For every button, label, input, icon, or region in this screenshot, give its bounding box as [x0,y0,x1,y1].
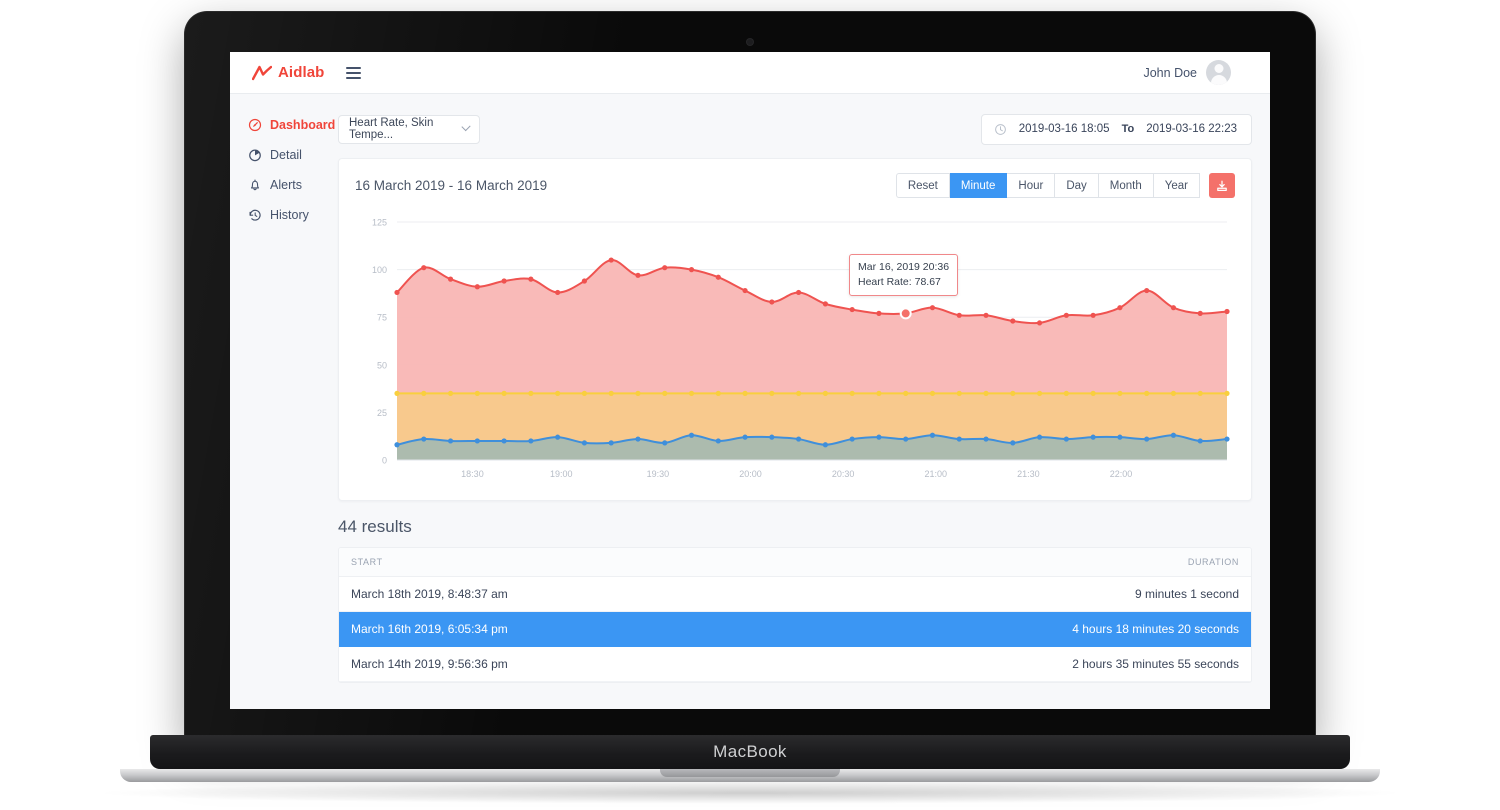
range-button-month[interactable]: Month [1098,173,1154,198]
row-start: March 14th 2019, 9:56:36 pm [351,657,508,671]
results-count: 44 results [338,517,412,536]
device-label: MacBook [713,742,787,761]
controls-row: Heart Rate, Skin Tempe... 2019-03-16 18:… [338,106,1252,152]
date-range-start: 2019-03-16 18:05 [1018,123,1110,135]
user-name: John Doe [1143,65,1197,80]
body: Dashboard Detail Alerts History Heart Ra… [230,94,1270,709]
sidebar: Dashboard Detail Alerts History [230,94,338,709]
column-header-duration: DURATION [1187,557,1239,567]
range-button-year[interactable]: Year [1153,173,1200,198]
topbar: Aidlab John Doe [230,52,1270,94]
chart-card: 16 March 2019 - 16 March 2019 Reset Minu… [338,158,1252,501]
laptop-lid: Aidlab John Doe Dashboard Detail Alerts … [185,12,1315,742]
sidebar-item-dashboard[interactable]: Dashboard [230,110,338,140]
svg-text:125: 125 [372,218,387,228]
svg-text:50: 50 [377,360,387,370]
chart-tooltip: Mar 16, 2019 20:36 Heart Rate: 78.67 [849,254,959,296]
table-header: START DURATION [339,548,1251,577]
range-button-hour[interactable]: Hour [1007,173,1056,198]
webcam-icon [747,39,753,45]
laptop-base: MacBook [150,735,1350,769]
date-range-separator: To [1121,123,1135,135]
screen: Aidlab John Doe Dashboard Detail Alerts … [230,52,1270,709]
chart-title: 16 March 2019 - 16 March 2019 [355,178,548,193]
svg-text:25: 25 [377,408,387,418]
avatar[interactable] [1206,60,1231,85]
row-duration: 2 hours 35 minutes 55 seconds [1072,657,1239,671]
laptop-foot-notch [660,769,840,777]
table-row[interactable]: March 14th 2019, 9:56:36 pm 2 hours 35 m… [339,647,1251,682]
desk-shadow [90,782,1410,804]
history-clock-icon [249,209,261,221]
screenshot-root: Aidlab John Doe Dashboard Detail Alerts … [0,0,1500,810]
clock-icon [994,123,1006,135]
main-content: Heart Rate, Skin Tempe... 2019-03-16 18:… [338,94,1270,709]
column-header-start: START [351,557,383,567]
row-start: March 18th 2019, 8:48:37 am [351,587,508,601]
range-button-reset[interactable]: Reset [895,173,950,198]
svg-text:20:30: 20:30 [832,469,855,479]
svg-text:18:30: 18:30 [461,469,484,479]
sidebar-item-label: Dashboard [270,118,336,132]
brand-name: Aidlab [278,64,325,81]
row-start: March 16th 2019, 6:05:34 pm [351,622,508,636]
svg-text:22:00: 22:00 [1110,469,1133,479]
table-row[interactable]: March 16th 2019, 6:05:34 pm 4 hours 18 m… [339,612,1251,647]
sidebar-item-history[interactable]: History [230,200,338,230]
svg-text:21:30: 21:30 [1017,469,1040,479]
tooltip-value: Heart Rate: 78.67 [858,275,941,288]
sidebar-item-label: Detail [270,148,302,162]
svg-text:100: 100 [372,265,387,275]
sidebar-item-label: History [270,208,309,222]
brand[interactable]: Aidlab [252,64,324,81]
speedometer-icon [248,118,262,132]
svg-text:19:00: 19:00 [550,469,573,479]
download-icon [1217,180,1227,191]
sidebar-item-label: Alerts [270,178,302,192]
sidebar-item-alerts[interactable]: Alerts [230,170,338,200]
svg-text:21:00: 21:00 [924,469,947,479]
range-button-group: Reset Minute Hour Day Month Year [895,173,1235,198]
vitals-area-chart[interactable]: 0 25 50 75 100 125 18:30 19:00 19:30 20:00 20:30 21… [355,208,1235,490]
chart-area: 0 25 50 75 100 125 18:30 19:00 19:30 20:00 20:30 21… [355,208,1235,490]
tooltip-timestamp: Mar 16, 2019 20:36 [858,261,950,273]
metric-select-value: Heart Rate, Skin Tempe... [349,117,434,141]
export-button[interactable] [1209,173,1235,198]
row-duration: 9 minutes 1 second [1134,587,1239,601]
aidlab-logo-icon [252,65,272,80]
svg-text:0: 0 [382,456,387,466]
bell-icon [250,179,260,191]
svg-text:20:00: 20:00 [739,469,762,479]
date-range-picker[interactable]: 2019-03-16 18:05 To 2019-03-16 22:23 [980,113,1252,145]
hamburger-icon[interactable] [346,66,362,79]
range-button-minute[interactable]: Minute [949,173,1008,198]
chart-card-header: 16 March 2019 - 16 March 2019 Reset Minu… [355,173,1235,198]
svg-text:75: 75 [377,313,387,323]
table-row[interactable]: March 18th 2019, 8:48:37 am 9 minutes 1 … [339,577,1251,612]
user-menu[interactable]: John Doe [1143,60,1248,85]
pie-chart-icon [249,149,261,162]
row-duration: 4 hours 18 minutes 20 seconds [1072,622,1239,636]
results-table: START DURATION March 18th 2019, 8:48:37 … [338,547,1252,683]
date-range-end: 2019-03-16 22:23 [1146,123,1237,135]
range-button-day[interactable]: Day [1055,173,1099,198]
sidebar-item-detail[interactable]: Detail [230,140,338,170]
svg-text:19:30: 19:30 [647,469,670,479]
metric-select[interactable]: Heart Rate, Skin Tempe... [338,114,480,144]
